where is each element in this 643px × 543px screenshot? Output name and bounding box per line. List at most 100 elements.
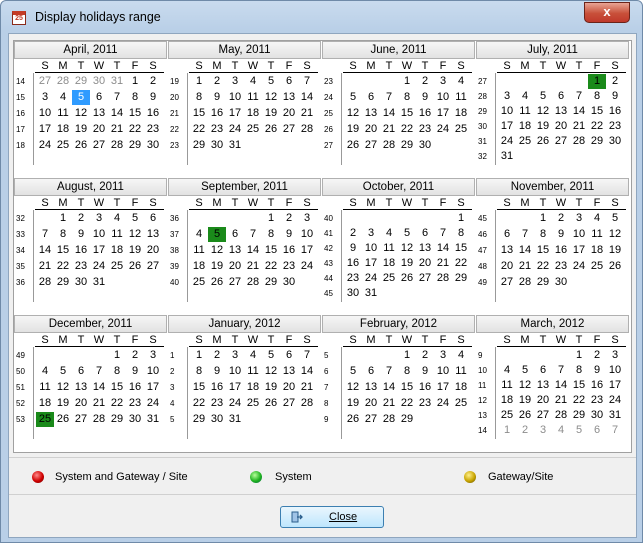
day-cell[interactable]: 9: [416, 364, 434, 379]
day-cell[interactable]: 21: [244, 259, 262, 274]
day-cell[interactable]: 27: [280, 122, 298, 137]
day-cell[interactable]: 20: [362, 122, 380, 137]
day-cell[interactable]: 4: [36, 364, 54, 379]
day-cell[interactable]: 11: [54, 106, 72, 121]
day-cell[interactable]: 4: [452, 348, 470, 363]
day-cell[interactable]: 18: [36, 396, 54, 411]
day-cell[interactable]: 28: [108, 138, 126, 153]
day-cell[interactable]: 2: [416, 348, 434, 363]
day-cell[interactable]: 28: [570, 134, 588, 149]
day-cell[interactable]: 13: [552, 104, 570, 119]
day-cell[interactable]: 21: [90, 396, 108, 411]
day-cell[interactable]: 23: [588, 393, 606, 408]
day-cell[interactable]: 6: [362, 90, 380, 105]
day-cell[interactable]: 6: [280, 74, 298, 89]
day-cell[interactable]: 11: [516, 104, 534, 119]
day-cell[interactable]: 28: [380, 138, 398, 153]
day-cell[interactable]: 23: [552, 259, 570, 274]
day-cell[interactable]: 6: [588, 423, 606, 438]
day-cell[interactable]: 21: [380, 396, 398, 411]
day-cell[interactable]: 19: [208, 259, 226, 274]
day-cell[interactable]: 26: [344, 412, 362, 427]
day-cell[interactable]: 3: [144, 348, 162, 363]
day-cell[interactable]: 26: [262, 396, 280, 411]
day-cell[interactable]: 3: [534, 423, 552, 438]
day-cell[interactable]: 5: [344, 364, 362, 379]
day-cell[interactable]: 10: [144, 364, 162, 379]
day-cell[interactable]: 26: [534, 134, 552, 149]
day-cell[interactable]: 29: [190, 412, 208, 427]
day-cell[interactable]: 15: [108, 380, 126, 395]
day-cell[interactable]: 22: [54, 259, 72, 274]
day-cell[interactable]: 10: [90, 227, 108, 242]
day-cell[interactable]: 17: [362, 256, 380, 271]
day-cell[interactable]: 4: [498, 363, 516, 378]
day-cell[interactable]: 17: [498, 119, 516, 134]
day-cell[interactable]: 19: [516, 393, 534, 408]
day-cell[interactable]: 23: [72, 259, 90, 274]
day-cell[interactable]: 8: [262, 227, 280, 242]
day-cell[interactable]: 25: [244, 396, 262, 411]
day-cell[interactable]: 11: [36, 380, 54, 395]
day-cell[interactable]: 7: [298, 348, 316, 363]
day-cell[interactable]: 5: [344, 90, 362, 105]
day-cell[interactable]: 3: [298, 211, 316, 226]
day-cell[interactable]: 17: [226, 380, 244, 395]
day-cell[interactable]: 2: [416, 74, 434, 89]
day-cell[interactable]: 30: [588, 408, 606, 423]
day-cell[interactable]: 6: [226, 227, 244, 242]
day-cell[interactable]: 9: [588, 363, 606, 378]
day-cell[interactable]: 24: [570, 259, 588, 274]
day-cell[interactable]: 12: [262, 364, 280, 379]
day-cell[interactable]: 27: [362, 138, 380, 153]
day-cell[interactable]: 22: [398, 122, 416, 137]
day-cell[interactable]: 23: [606, 119, 624, 134]
day-cell[interactable]: 18: [244, 106, 262, 121]
day-cell[interactable]: 26: [398, 271, 416, 286]
day-cell[interactable]: 7: [244, 227, 262, 242]
day-cell[interactable]: 30: [90, 74, 108, 89]
day-cell[interactable]: 2: [588, 348, 606, 363]
day-cell[interactable]: 27: [226, 275, 244, 290]
day-cell[interactable]: 17: [298, 243, 316, 258]
day-cell[interactable]: 14: [298, 364, 316, 379]
day-cell[interactable]: 27: [90, 138, 108, 153]
day-cell[interactable]: 23: [416, 396, 434, 411]
day-cell[interactable]: 16: [208, 380, 226, 395]
day-cell[interactable]: 13: [498, 243, 516, 258]
day-cell[interactable]: 2: [126, 348, 144, 363]
day-cell[interactable]: 6: [280, 348, 298, 363]
day-cell[interactable]: 1: [190, 74, 208, 89]
day-cell[interactable]: 24: [498, 134, 516, 149]
day-cell[interactable]: 29: [452, 271, 470, 286]
day-cell[interactable]: 22: [108, 396, 126, 411]
day-cell[interactable]: 11: [452, 364, 470, 379]
day-cell[interactable]: 24: [226, 122, 244, 137]
day-cell[interactable]: 3: [498, 89, 516, 104]
day-cell[interactable]: 2: [144, 74, 162, 89]
day-cell[interactable]: 20: [72, 396, 90, 411]
day-cell[interactable]: 20: [280, 380, 298, 395]
day-cell[interactable]: 3: [36, 90, 54, 105]
day-cell[interactable]: 8: [570, 363, 588, 378]
day-cell[interactable]: 28: [298, 396, 316, 411]
window-close-button[interactable]: x: [584, 2, 630, 23]
day-cell[interactable]: 29: [398, 412, 416, 427]
day-cell[interactable]: 2: [208, 348, 226, 363]
day-cell[interactable]: 1: [498, 423, 516, 438]
day-cell[interactable]: 2: [516, 423, 534, 438]
day-cell[interactable]: 26: [262, 122, 280, 137]
day-cell[interactable]: 3: [90, 211, 108, 226]
day-cell[interactable]: 25: [54, 138, 72, 153]
day-cell[interactable]: 4: [54, 90, 72, 105]
day-cell[interactable]: 30: [606, 134, 624, 149]
day-cell[interactable]: 4: [552, 423, 570, 438]
day-cell[interactable]: 16: [416, 380, 434, 395]
day-cell[interactable]: 3: [226, 348, 244, 363]
day-cell[interactable]: 9: [72, 227, 90, 242]
day-cell[interactable]: 10: [36, 106, 54, 121]
day-cell[interactable]: 23: [208, 396, 226, 411]
day-cell[interactable]: 27: [280, 396, 298, 411]
day-cell[interactable]: 19: [534, 119, 552, 134]
day-cell[interactable]: 7: [434, 226, 452, 241]
